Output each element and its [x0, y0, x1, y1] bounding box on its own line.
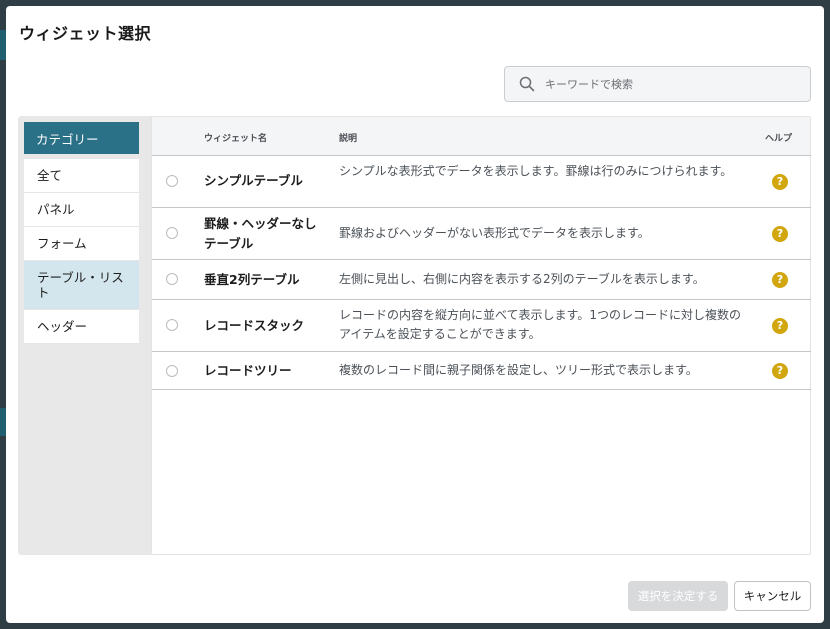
question-circle-icon[interactable]: ?	[772, 363, 788, 379]
cancel-button[interactable]: キャンセル	[734, 581, 811, 611]
widget-description: 左側に見出し、右側に内容を表示する2列のテーブルを表示します。	[339, 272, 705, 286]
question-circle-icon[interactable]: ?	[772, 174, 788, 190]
category-item-form[interactable]: フォーム	[24, 227, 139, 261]
widget-name: レコードツリー	[204, 363, 292, 378]
category-list: 全て パネル フォーム テーブル・リスト ヘッダー	[24, 159, 139, 344]
widget-description: レコードの内容を縦方向に並べて表示します。1つのレコードに対し複数のアイテムを設…	[339, 308, 741, 341]
question-circle-icon[interactable]: ?	[772, 226, 788, 242]
widget-name: 垂直2列テーブル	[204, 272, 300, 287]
widget-select-dialog: ウィジェット選択 カテゴリー 全て パネル フォーム テーブル・リスト ヘッダー…	[6, 6, 824, 623]
table-header: ウィジェット名 説明 ヘルプ	[152, 117, 810, 155]
table-row[interactable]: レコードスタック レコードの内容を縦方向に並べて表示します。1つのレコードに対し…	[152, 299, 811, 351]
widget-description: シンプルな表形式でデータを表示します。罫線は行のみにつけられます。	[339, 164, 733, 178]
widget-table: ウィジェット名 説明 ヘルプ シンプルテーブル シンプルな表形式でデータを表示し…	[151, 116, 811, 555]
select-radio[interactable]	[166, 175, 178, 187]
question-circle-icon[interactable]: ?	[772, 272, 788, 288]
column-header-help: ヘルプ	[765, 134, 793, 144]
table-row[interactable]: 垂直2列テーブル 左側に見出し、右側に内容を表示する2列のテーブルを表示します。…	[152, 259, 811, 299]
category-item-table-list[interactable]: テーブル・リスト	[24, 261, 139, 310]
widget-name: 罫線・ヘッダーなしテーブル	[204, 216, 317, 251]
table-row[interactable]: 罫線・ヘッダーなしテーブル 罫線およびヘッダーがない表形式でデータを表示します。…	[152, 207, 811, 259]
select-radio[interactable]	[166, 319, 178, 331]
confirm-selection-button[interactable]: 選択を決定する	[628, 581, 728, 611]
select-radio[interactable]	[166, 273, 178, 285]
dialog-title: ウィジェット選択	[19, 24, 152, 43]
search-input[interactable]	[545, 77, 810, 91]
category-panel: カテゴリー 全て パネル フォーム テーブル・リスト ヘッダー	[24, 122, 139, 344]
category-item-all[interactable]: 全て	[24, 159, 139, 193]
category-header: カテゴリー	[24, 122, 139, 154]
table-row[interactable]: シンプルテーブル シンプルな表形式でデータを表示します。罫線は行のみにつけられま…	[152, 155, 811, 207]
select-radio[interactable]	[166, 365, 178, 377]
widget-description: 複数のレコード間に親子関係を設定し、ツリー形式で表示します。	[339, 363, 698, 377]
column-header-name: ウィジェット名	[204, 134, 268, 144]
search-icon	[519, 76, 535, 92]
question-circle-icon[interactable]: ?	[772, 318, 788, 334]
widget-name: シンプルテーブル	[204, 173, 303, 188]
category-item-panel[interactable]: パネル	[24, 193, 139, 227]
search-box[interactable]	[504, 66, 811, 102]
dialog-body: カテゴリー 全て パネル フォーム テーブル・リスト ヘッダー ウィジェット名 …	[18, 116, 811, 555]
column-header-description: 説明	[339, 134, 358, 144]
widget-description: 罫線およびヘッダーがない表形式でデータを表示します。	[339, 226, 650, 240]
widget-name: レコードスタック	[204, 318, 305, 333]
select-radio[interactable]	[166, 227, 178, 239]
table-row[interactable]: レコードツリー 複数のレコード間に親子関係を設定し、ツリー形式で表示します。 ?	[152, 351, 811, 390]
category-item-header[interactable]: ヘッダー	[24, 310, 139, 344]
